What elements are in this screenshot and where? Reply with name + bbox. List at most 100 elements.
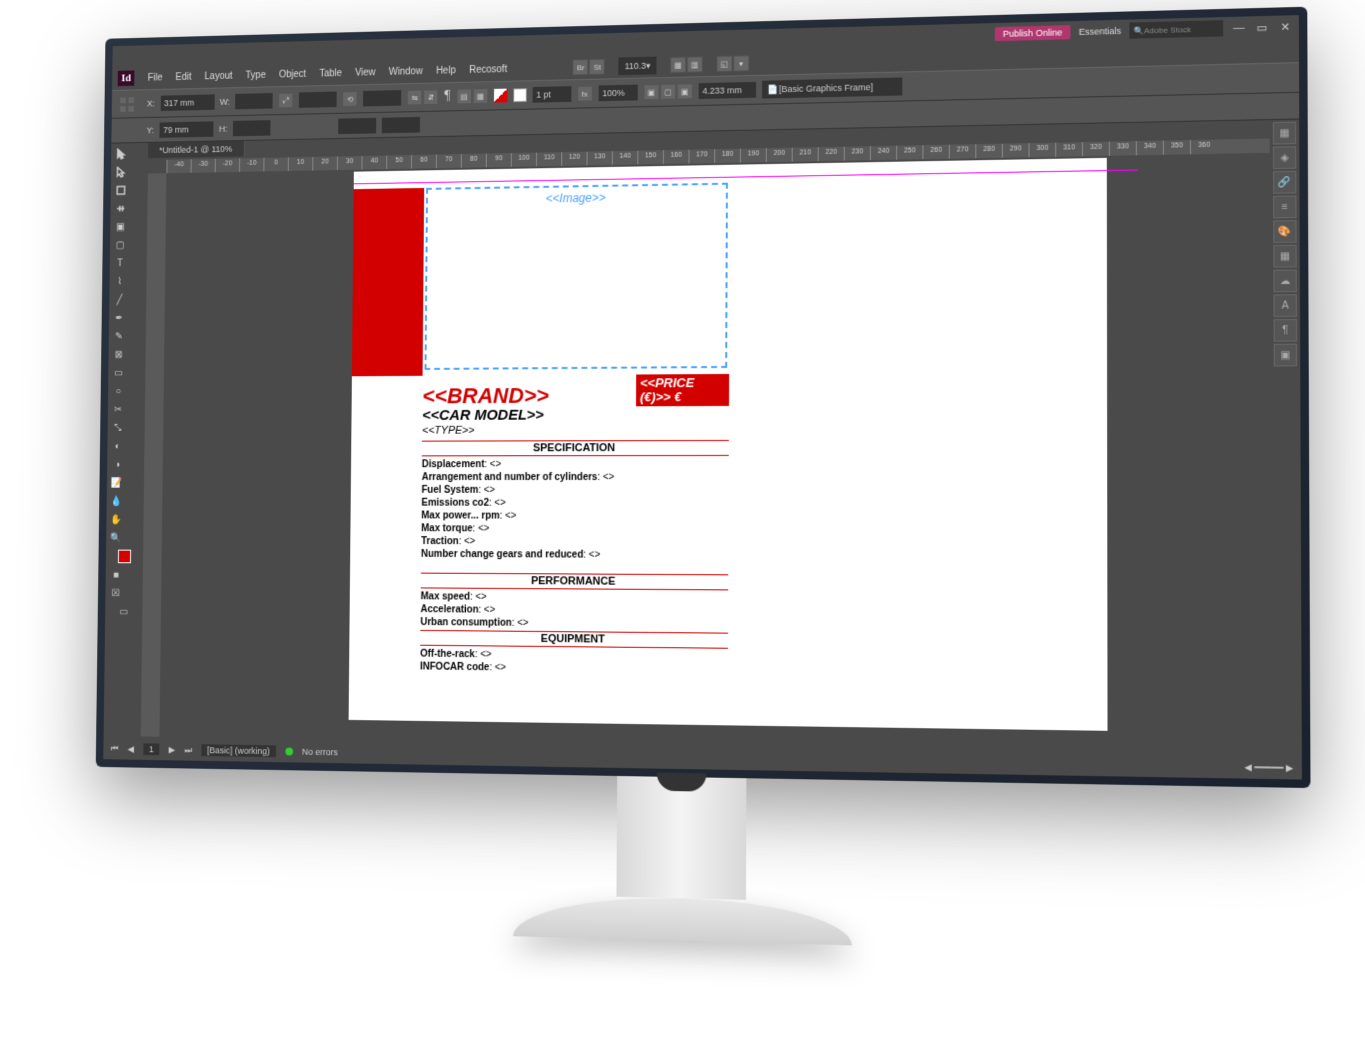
- performance-section[interactable]: PERFORMANCE Max speed: <>Acceleration: <…: [420, 573, 728, 634]
- menu-view[interactable]: View: [355, 67, 375, 78]
- selection-tool[interactable]: [112, 145, 129, 163]
- minimize-button[interactable]: —: [1231, 21, 1246, 36]
- menu-help[interactable]: Help: [436, 65, 456, 76]
- master-indicator[interactable]: [Basic] (working): [201, 744, 275, 757]
- opacity-field[interactable]: 100%: [598, 85, 637, 102]
- hand-tool[interactable]: ✋: [108, 511, 125, 528]
- align-icon[interactable]: ▦: [472, 88, 488, 104]
- fill-swatch[interactable]: [493, 89, 507, 103]
- type-tool[interactable]: T: [111, 254, 128, 272]
- menu-type[interactable]: Type: [245, 70, 265, 81]
- page-number[interactable]: 1: [143, 743, 159, 755]
- gradient-swatch-tool[interactable]: ◐: [109, 437, 126, 454]
- price-box[interactable]: <<PRICE(€)>> €: [636, 374, 729, 406]
- ellipse-tool[interactable]: ○: [109, 382, 126, 399]
- pages-panel-icon[interactable]: ▦: [1272, 122, 1295, 145]
- zoom-tool[interactable]: 🔍: [107, 529, 124, 546]
- fx-icon[interactable]: fx: [576, 86, 592, 102]
- scale-x-field[interactable]: [299, 92, 337, 108]
- menu-window[interactable]: Window: [388, 66, 422, 78]
- menu-table[interactable]: Table: [319, 68, 342, 79]
- layers-panel-icon[interactable]: ◈: [1272, 146, 1295, 169]
- workspace-switcher[interactable]: Essentials: [1078, 26, 1120, 37]
- gradient-feather-tool[interactable]: ◑: [108, 456, 125, 473]
- scale-y-field[interactable]: [338, 117, 376, 133]
- pen-tool[interactable]: ✒: [110, 309, 127, 326]
- screen-mode-icon[interactable]: ◱: [716, 56, 732, 72]
- page-tool[interactable]: [112, 182, 129, 200]
- stroke-panel-icon[interactable]: ≡: [1273, 195, 1296, 218]
- stroke-swatch[interactable]: [512, 88, 526, 102]
- specification-section[interactable]: SPECIFICATION Displacement: <>Arrangemen…: [420, 440, 728, 564]
- pencil-tool[interactable]: ✎: [110, 328, 127, 345]
- close-button[interactable]: ✕: [1277, 19, 1292, 34]
- wrap-offset[interactable]: 4.233 mm: [698, 82, 755, 99]
- ref-point[interactable]: [119, 96, 126, 104]
- wrap-icon[interactable]: ▢: [659, 84, 675, 100]
- object-style-dropdown[interactable]: 📄 [Basic Graphics Frame]: [761, 77, 901, 98]
- note-tool[interactable]: 📝: [108, 474, 125, 491]
- rectangle-frame-tool[interactable]: ⊠: [110, 346, 127, 363]
- shear-field[interactable]: [381, 116, 419, 132]
- brand-placeholder[interactable]: <<BRAND>>: [422, 383, 549, 409]
- page-nav-next[interactable]: ▶: [168, 744, 175, 755]
- view-icon[interactable]: ▥: [686, 56, 702, 72]
- document-tab[interactable]: *Untitled-1 @ 110%: [148, 141, 244, 158]
- paragraph-panel-icon[interactable]: ¶: [1273, 319, 1296, 342]
- flip-h-icon[interactable]: ⇋: [407, 90, 422, 106]
- color-panel-icon[interactable]: 🎨: [1273, 220, 1296, 243]
- page-nav-last[interactable]: ⏭: [184, 744, 192, 755]
- swatches-panel-icon[interactable]: ▦: [1273, 245, 1296, 268]
- wrap-icon[interactable]: ▣: [643, 84, 659, 100]
- preflight-status[interactable]: No errors: [302, 747, 338, 757]
- bridge-icon[interactable]: Br: [572, 59, 588, 75]
- image-placeholder-frame[interactable]: <<Image>>: [424, 183, 727, 370]
- equipment-section[interactable]: EQUIPMENT Off-the-rack: <>INFOCAR code: …: [419, 630, 727, 679]
- scissors-tool[interactable]: ✂: [109, 401, 126, 418]
- content-collector-tool[interactable]: ▣: [112, 218, 129, 236]
- gap-tool[interactable]: [112, 200, 129, 218]
- type-path-tool[interactable]: ⌇: [111, 273, 128, 290]
- menu-edit[interactable]: Edit: [175, 71, 191, 82]
- screen-mode[interactable]: ▭: [106, 603, 140, 621]
- x-field[interactable]: 317 mm: [160, 94, 214, 111]
- scale-icon[interactable]: ⤢: [278, 93, 293, 109]
- restore-button[interactable]: ▭: [1254, 20, 1269, 35]
- rectangle-tool[interactable]: ▭: [110, 364, 127, 381]
- ref-point[interactable]: [127, 104, 134, 112]
- direct-selection-tool[interactable]: [112, 163, 129, 181]
- menu-file[interactable]: File: [147, 72, 162, 83]
- arrange-icon[interactable]: ▾: [733, 55, 749, 71]
- content-placer-tool[interactable]: ▢: [111, 236, 128, 254]
- zoom-level[interactable]: 110.3 ▾: [618, 57, 656, 76]
- canvas[interactable]: *Untitled-1 @ 110% -40-30-20-10010203040…: [140, 120, 1271, 754]
- menu-object[interactable]: Object: [278, 69, 305, 80]
- apply-color[interactable]: ■: [107, 566, 124, 584]
- search-input[interactable]: 🔍 Adobe Stock: [1129, 20, 1223, 39]
- ref-point[interactable]: [127, 96, 134, 104]
- menu-layout[interactable]: Layout: [204, 70, 232, 81]
- line-tool[interactable]: ╱: [111, 291, 128, 308]
- eyedropper-tool[interactable]: 💧: [108, 493, 125, 510]
- scrollbar-horizontal[interactable]: ◀ ━━━━━ ▶: [1244, 761, 1293, 773]
- stock-icon[interactable]: St: [589, 59, 605, 75]
- w-field[interactable]: [235, 93, 273, 109]
- stroke-weight[interactable]: 1 pt: [532, 86, 571, 103]
- cc-libraries-icon[interactable]: ☁: [1273, 269, 1296, 292]
- align-icon[interactable]: ▤: [456, 88, 471, 104]
- page-nav-first[interactable]: ⏮: [110, 743, 118, 754]
- free-transform-tool[interactable]: ⤡: [109, 419, 126, 436]
- y-field[interactable]: 79 mm: [159, 121, 213, 138]
- menu-recosoft[interactable]: Recosoft: [469, 64, 507, 76]
- object-styles-icon[interactable]: ▣: [1273, 344, 1296, 367]
- ref-point[interactable]: [119, 105, 126, 113]
- h-field[interactable]: [232, 120, 270, 136]
- type-placeholder[interactable]: <<TYPE>>: [422, 425, 474, 437]
- flip-v-icon[interactable]: ⇵: [423, 89, 438, 105]
- apply-none[interactable]: ☒: [107, 584, 124, 602]
- wrap-icon[interactable]: ▣: [676, 83, 692, 99]
- publish-online-button[interactable]: Publish Online: [994, 25, 1070, 41]
- page-nav-prev[interactable]: ◀: [127, 744, 134, 755]
- character-panel-icon[interactable]: A: [1273, 294, 1296, 317]
- rotate-field[interactable]: [363, 90, 401, 106]
